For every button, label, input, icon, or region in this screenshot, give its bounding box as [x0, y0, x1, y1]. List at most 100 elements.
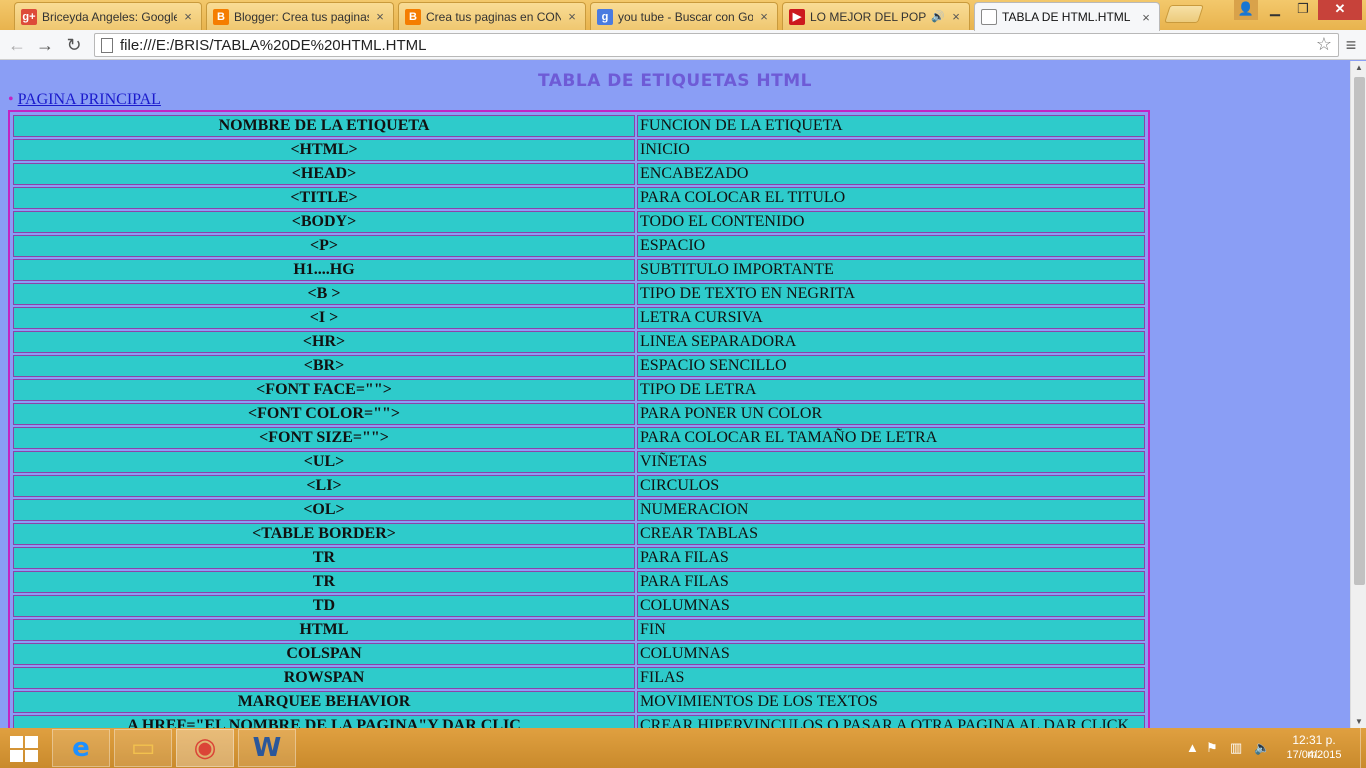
taskbar-app-glyph: ◉: [193, 733, 217, 763]
scrollbar-thumb[interactable]: [1354, 77, 1365, 585]
tag-function-cell: PARA FILAS: [637, 571, 1145, 593]
tag-function-cell: PARA COLOCAR EL TAMAÑO DE LETRA: [637, 427, 1145, 449]
tag-function-cell: CREAR HIPERVINCULOS O PASAR A OTRA PAGIN…: [637, 715, 1145, 728]
table-row: COLSPAN COLUMNAS: [13, 643, 1145, 665]
tag-name-cell: <TABLE BORDER>: [13, 523, 635, 545]
tab-title: LO MEJOR DEL POP DE: [810, 9, 929, 24]
close-window-button[interactable]: ✕: [1318, 0, 1362, 20]
reload-button[interactable]: ↻: [61, 33, 87, 57]
tag-function-cell: COLUMNAS: [637, 643, 1145, 665]
tag-name-cell: A HREF="EL NOMBRE DE LA PAGINA"Y DAR CLI…: [13, 715, 635, 728]
tag-function-cell: ESPACIO SENCILLO: [637, 355, 1145, 377]
page-content: TABLA DE ETIQUETAS HTML • PAGINA PRINCIPA…: [0, 61, 1350, 728]
browser-tab[interactable]: g+ Briceyda Angeles: Google+ ×: [14, 2, 202, 30]
tag-name-cell: <BODY>: [13, 211, 635, 233]
tag-name-cell: <FONT FACE="">: [13, 379, 635, 401]
blogger-icon: B: [405, 8, 421, 25]
maximize-button[interactable]: ❐: [1290, 0, 1316, 20]
table-row: H1....HG SUBTITULO IMPORTANTE: [13, 259, 1145, 281]
table-row: <FONT SIZE=""> PARA COLOCAR EL TAMAÑO DE …: [13, 427, 1145, 449]
tag-function-cell: LETRA CURSIVA: [637, 307, 1145, 329]
table-row: A HREF="EL NOMBRE DE LA PAGINA"Y DAR CLI…: [13, 715, 1145, 728]
tab-title: Briceyda Angeles: Google+: [42, 9, 177, 24]
chrome-icon[interactable]: ◉: [176, 729, 234, 767]
taskbar: e ▭ ◉ W ▲ ⚑ ▥ 🔈 12:31 p. m. 17/04/2015: [0, 728, 1366, 768]
url-text[interactable]: file:///E:/BRIS/TABLA%20DE%20HTML.HTML: [120, 37, 426, 54]
tag-name-cell: ROWSPAN: [13, 667, 635, 689]
action-center-flag-icon[interactable]: ⚑: [1206, 740, 1218, 756]
browser-tab[interactable]: B Blogger: Crea tus paginas ×: [206, 2, 394, 30]
tag-function-cell: PARA COLOCAR EL TITULO: [637, 187, 1145, 209]
close-tab-icon[interactable]: ×: [565, 9, 579, 24]
internet-explorer-icon[interactable]: e: [52, 729, 110, 767]
table-row: TR PARA FILAS: [13, 547, 1145, 569]
table-row: TR PARA FILAS: [13, 571, 1145, 593]
bookmark-star-icon[interactable]: ☆: [1316, 34, 1332, 55]
back-button[interactable]: ←: [4, 33, 30, 57]
new-tab-button[interactable]: [1164, 5, 1204, 23]
close-tab-icon[interactable]: ×: [373, 9, 387, 24]
nav-list-item: • PAGINA PRINCIPAL: [8, 91, 161, 109]
close-tab-icon[interactable]: ×: [181, 9, 195, 24]
tag-name-cell: <OL>: [13, 499, 635, 521]
tag-name-cell: <BR>: [13, 355, 635, 377]
browser-tab[interactable]: B Crea tus paginas en CON ×: [398, 2, 586, 30]
page-title: TABLA DE ETIQUETAS HTML: [537, 71, 812, 91]
scroll-down-arrow-icon[interactable]: ▼: [1351, 717, 1366, 726]
blogger-icon: B: [213, 8, 229, 25]
tag-name-cell: COLSPAN: [13, 643, 635, 665]
close-tab-icon[interactable]: ×: [1139, 10, 1153, 25]
table-row: <I > LETRA CURSIVA: [13, 307, 1145, 329]
word-icon[interactable]: W: [238, 729, 296, 767]
address-bar[interactable]: file:///E:/BRIS/TABLA%20DE%20HTML.HTML ☆: [94, 33, 1339, 57]
show-hidden-icons-icon[interactable]: ▲: [1186, 740, 1199, 755]
windows-start-icon[interactable]: [8, 734, 40, 762]
browser-tab[interactable]: g you tube - Buscar con Goo ×: [590, 2, 778, 30]
youtube-icon: ▶: [789, 8, 805, 25]
vertical-scrollbar[interactable]: ▲ ▼: [1350, 61, 1366, 728]
clock-date[interactable]: 17/04/2015: [1284, 749, 1344, 761]
close-tab-icon[interactable]: ×: [949, 9, 963, 24]
volume-icon[interactable]: 🔈: [1254, 740, 1270, 756]
user-icon[interactable]: 👤: [1234, 0, 1258, 20]
table-row: <HR> LINEA SEPARADORA: [13, 331, 1145, 353]
tag-function-cell: MOVIMIENTOS DE LOS TEXTOS: [637, 691, 1145, 713]
tag-name-cell: <P>: [13, 235, 635, 257]
google-plus-icon: g+: [21, 8, 37, 25]
browser-tab[interactable]: ▶ LO MEJOR DEL POP DE🔊 ×: [782, 2, 970, 30]
tag-name-cell: <UL>: [13, 451, 635, 473]
table-row: <LI> CIRCULOS: [13, 475, 1145, 497]
tag-name-cell: MARQUEE BEHAVIOR: [13, 691, 635, 713]
tag-function-cell: INICIO: [637, 139, 1145, 161]
main-page-link[interactable]: PAGINA PRINCIPAL: [18, 91, 161, 108]
tag-function-cell: FUNCION DE LA ETIQUETA: [637, 115, 1145, 137]
table-row: ROWSPAN FILAS: [13, 667, 1145, 689]
table-row: <B > TIPO DE TEXTO EN NEGRITA: [13, 283, 1145, 305]
close-tab-icon[interactable]: ×: [757, 9, 771, 24]
table-row: HTML FIN: [13, 619, 1145, 641]
table-row: <P> ESPACIO: [13, 235, 1145, 257]
tag-name-cell: <HEAD>: [13, 163, 635, 185]
file-explorer-icon[interactable]: ▭: [114, 729, 172, 767]
table-row: <OL> NUMERACION: [13, 499, 1145, 521]
tag-function-cell: NUMERACION: [637, 499, 1145, 521]
network-icon[interactable]: ▥: [1230, 740, 1242, 756]
show-desktop-button[interactable]: [1360, 728, 1366, 768]
minimize-button[interactable]: ▁: [1262, 0, 1288, 20]
table-row: <HTML> INICIO: [13, 139, 1145, 161]
tag-name-cell: <B >: [13, 283, 635, 305]
audio-playing-icon: 🔊: [931, 11, 945, 23]
tab-title: Blogger: Crea tus paginas: [234, 9, 369, 24]
tab-title: Crea tus paginas en CON: [426, 9, 561, 24]
browser-toolbar: ← → ↻ file:///E:/BRIS/TABLA%20DE%20HTML.…: [0, 30, 1366, 60]
chrome-menu-icon[interactable]: ≡: [1341, 34, 1361, 56]
table-row: <FONT FACE=""> TIPO DE LETRA: [13, 379, 1145, 401]
table-row: <FONT COLOR=""> PARA PONER UN COLOR: [13, 403, 1145, 425]
tag-function-cell: COLUMNAS: [637, 595, 1145, 617]
forward-button[interactable]: →: [32, 33, 58, 57]
tag-name-cell: <HTML>: [13, 139, 635, 161]
tag-function-cell: ESPACIO: [637, 235, 1145, 257]
html-tags-table: NOMBRE DE LA ETIQUETA FUNCION DE LA ETIQU…: [8, 110, 1150, 728]
scroll-up-arrow-icon[interactable]: ▲: [1351, 63, 1366, 72]
browser-tab[interactable]: TABLA DE HTML.HTML ×: [974, 2, 1160, 31]
